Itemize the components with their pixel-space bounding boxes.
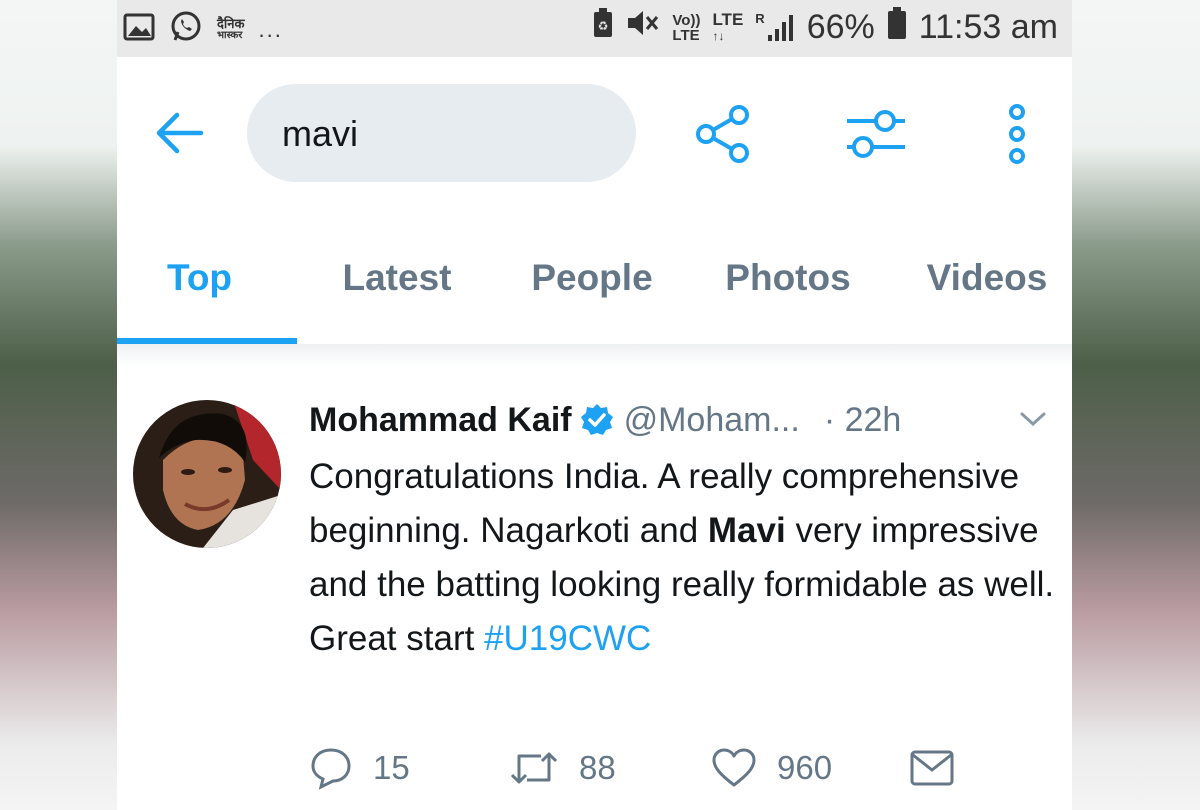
tab-latest[interactable]: Latest [322,212,472,344]
tab-photos[interactable]: Photos [713,212,863,344]
tab-videos[interactable]: Videos [912,212,1062,344]
arrow-left-icon [156,112,204,154]
more-vertical-icon [1009,104,1025,164]
search-header [117,57,1072,212]
volte-indicator: Vo)) LTE [672,11,701,44]
tab-top[interactable]: Top [117,212,282,344]
reply-count: 15 [373,749,410,786]
battery-saver-icon: ♻ [592,7,614,48]
share-icon [696,105,749,163]
mute-icon [626,8,660,47]
signal-icon: R [755,12,794,43]
more-notifications: ... [258,16,283,42]
sliders-icon [847,110,905,158]
chevron-down-icon [1020,412,1046,427]
highlighted-search-term: Mavi [707,511,786,550]
tweet-header: Mohammad Kaif @Moham... · 22h [309,396,1059,444]
phone-screen: दैनिक भास्कर ... ♻ Vo)) LTE LTE ↑↓ R 66%… [117,0,1072,810]
clock: 11:53 am [918,8,1058,46]
status-bar: दैनिक भास्कर ... ♻ Vo)) LTE LTE ↑↓ R 66%… [117,0,1072,57]
tweet-menu-button[interactable] [1019,410,1047,433]
verified-badge-icon [580,403,614,437]
like-button[interactable]: 960 [711,740,832,796]
avatar[interactable] [133,400,281,548]
search-input[interactable] [280,84,614,184]
search-tabs: Top Latest People Photos Videos [117,212,1072,345]
direct-message-button[interactable] [909,740,955,796]
share-button[interactable] [695,105,753,168]
tweet-actions: 15 88 960 [309,740,1069,796]
battery-percent: 66% [806,8,875,46]
whatsapp-notification-icon [169,10,203,49]
back-button[interactable] [153,109,205,157]
author-handle[interactable]: @Moham... [624,401,800,440]
background-blur-left [0,0,117,810]
like-count: 960 [777,749,833,786]
search-filter-button[interactable] [845,107,907,166]
battery-icon [887,6,907,49]
svg-text:♻: ♻ [598,19,609,33]
retweet-icon [510,752,558,784]
mail-icon [910,750,954,786]
retweet-button[interactable]: 88 [509,740,616,796]
divider [117,344,1072,366]
author-name[interactable]: Mohammad Kaif [309,401,572,440]
hashtag-link[interactable]: #U19CWC [484,619,651,658]
retweet-count: 88 [579,749,616,786]
gallery-notification-icon [123,13,155,46]
tab-people[interactable]: People [517,212,667,344]
reply-icon [311,748,351,790]
search-field[interactable] [247,84,636,184]
news-app-notification: दैनिक भास्कर [217,15,245,41]
heart-icon [712,748,756,787]
tweet[interactable]: Mohammad Kaif @Moham... · 22h Congratula… [117,366,1072,810]
reply-button[interactable]: 15 [309,740,410,796]
network-type: LTE ↑↓ [712,9,744,43]
background-blur-right [1072,0,1200,810]
tweet-time: · 22h [823,400,902,439]
tweet-text: Congratulations India. A really comprehe… [309,457,1055,658]
overflow-menu-button[interactable] [1005,103,1029,170]
